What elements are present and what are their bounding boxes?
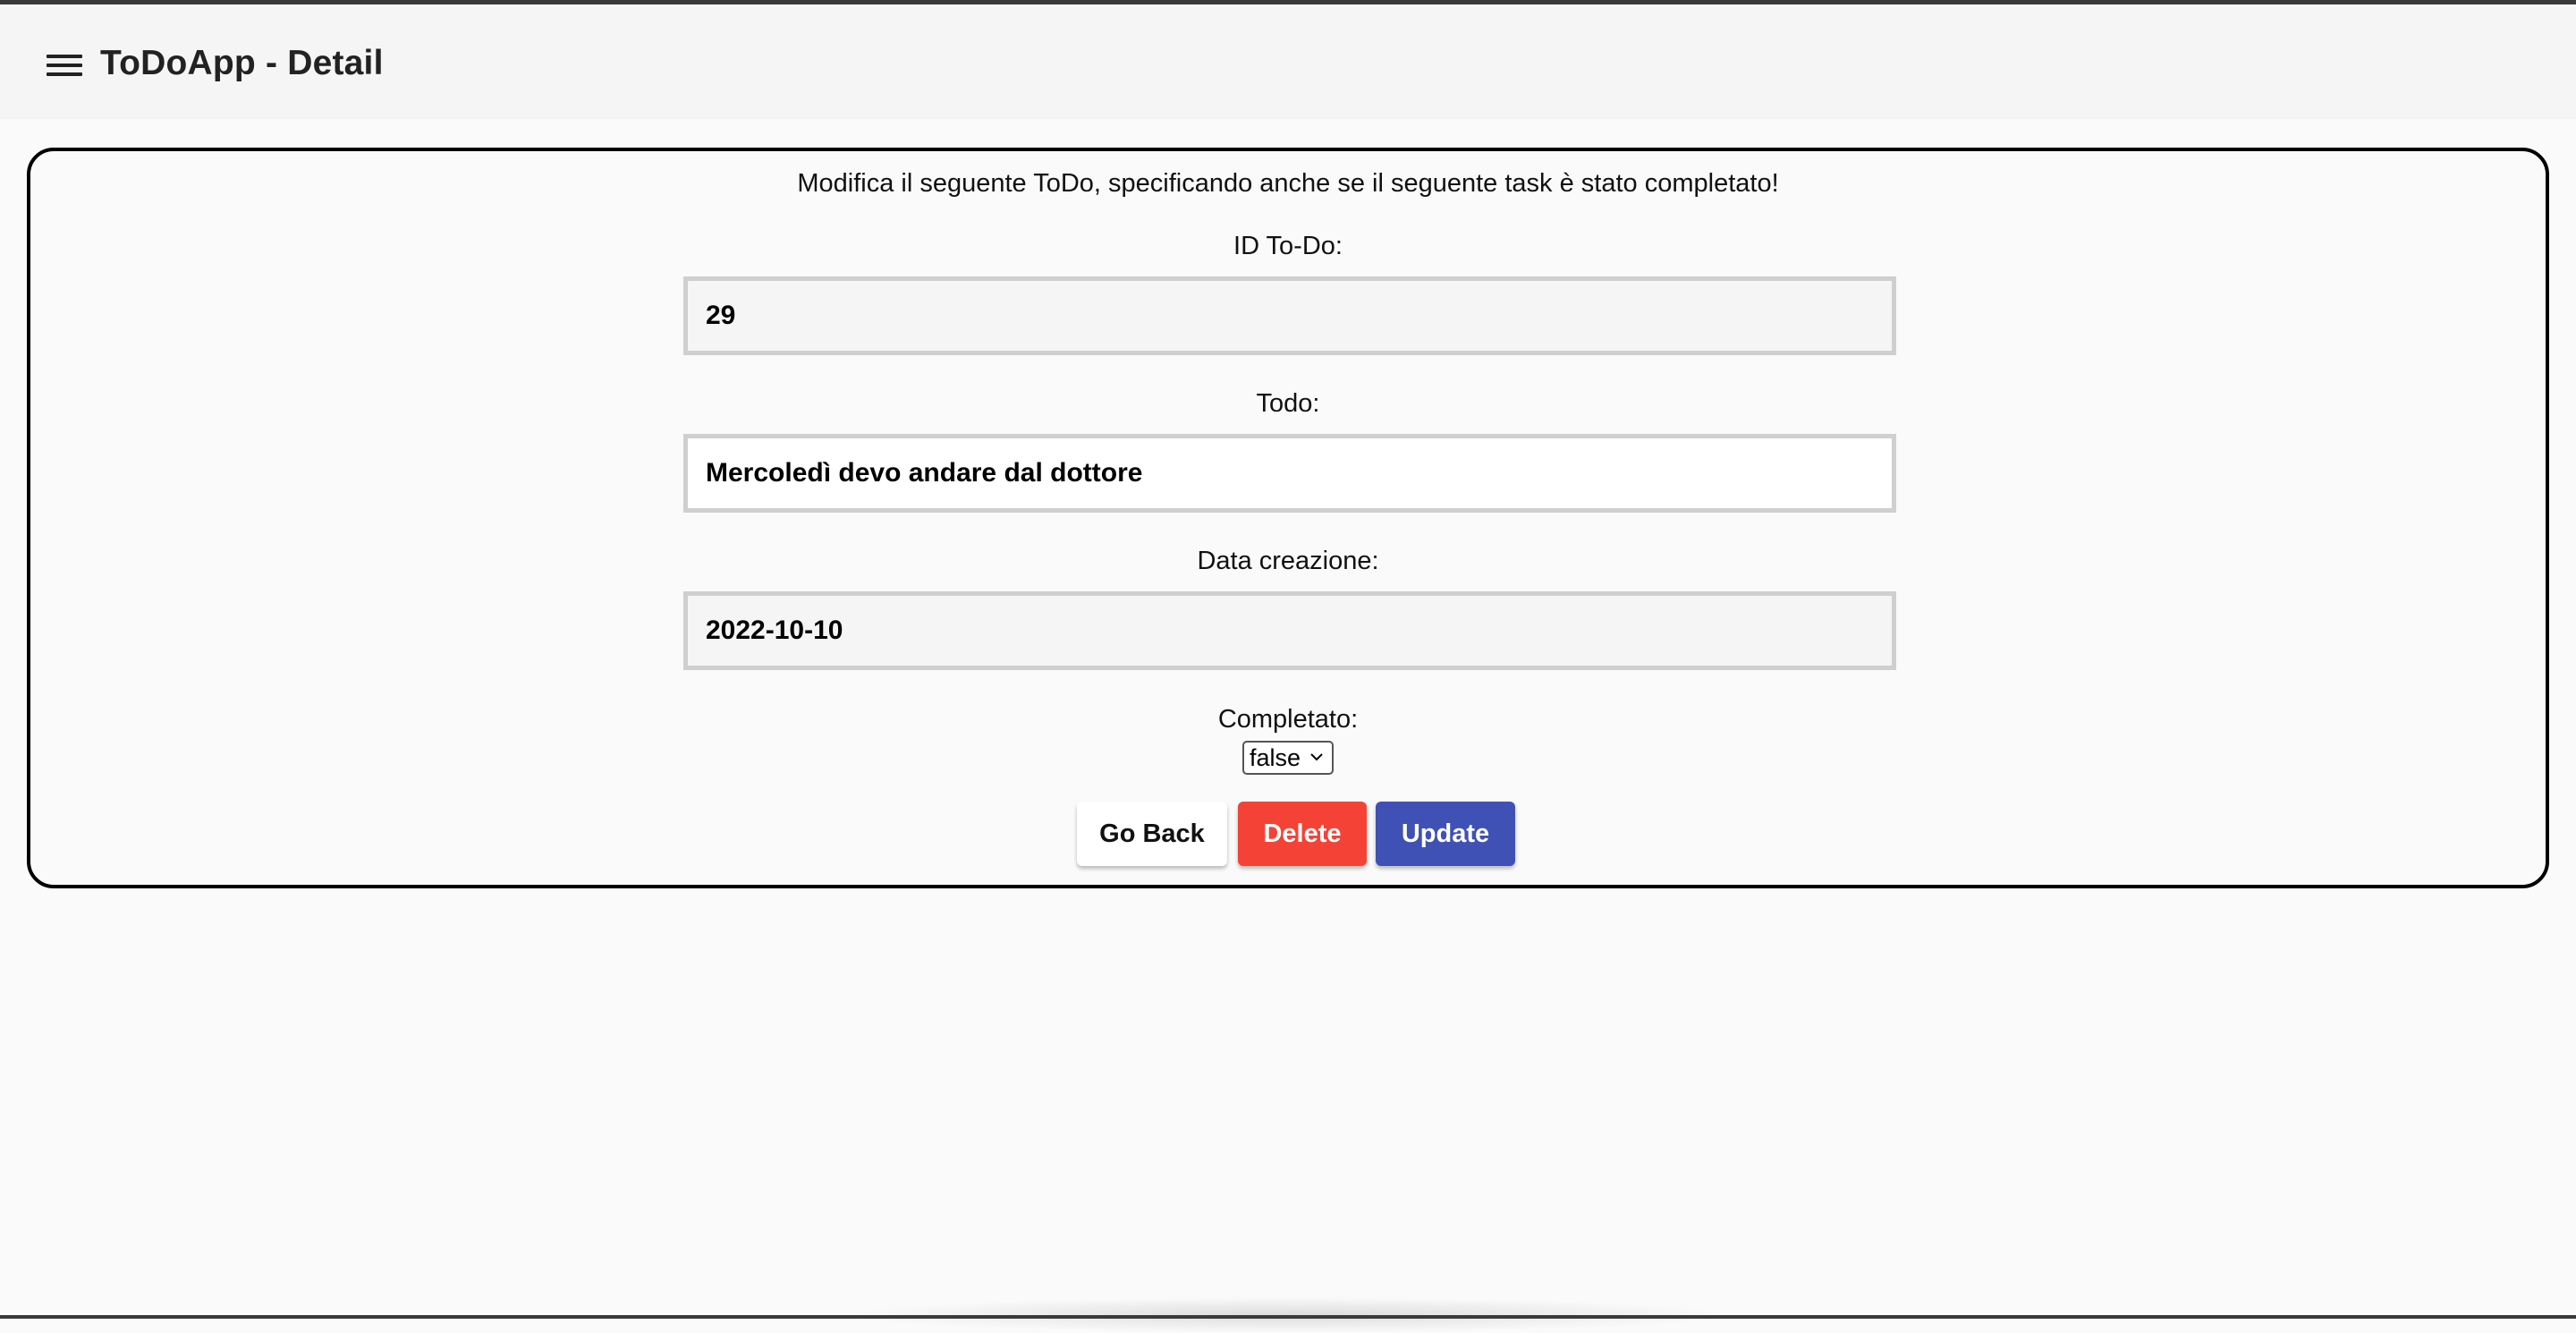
date-label: Data creazione: [1197, 547, 1379, 575]
app-toolbar: ToDoApp - Detail [0, 4, 2576, 119]
menu-icon[interactable] [43, 47, 86, 83]
completed-select[interactable]: false [1242, 741, 1334, 775]
todo-label: Todo: [1256, 389, 1320, 418]
id-label: ID To-Do: [1233, 232, 1343, 260]
window-bottom-edge [0, 1315, 2576, 1319]
intro-text: Modifica il seguente ToDo, specificando … [797, 169, 1779, 198]
page-title: ToDoApp - Detail [100, 44, 384, 82]
completed-label: Completato: [1217, 705, 1359, 734]
chevron-down-icon [1310, 753, 1323, 761]
todo-detail-card: Modifica il seguente ToDo, specificando … [27, 148, 2549, 888]
date-field[interactable] [683, 591, 1896, 670]
completed-select-value: false [1250, 743, 1301, 771]
update-button[interactable]: Update [1376, 802, 1515, 866]
todo-field[interactable] [683, 434, 1896, 513]
id-field[interactable] [683, 276, 1896, 355]
delete-button[interactable]: Delete [1238, 802, 1367, 866]
go-back-button[interactable]: Go Back [1077, 802, 1227, 866]
